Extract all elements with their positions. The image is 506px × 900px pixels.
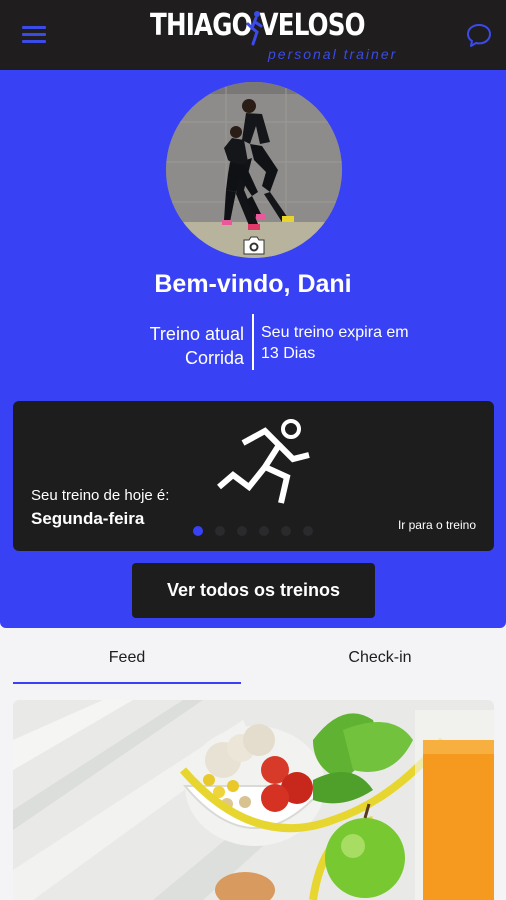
carousel-dot[interactable] [237,526,247,536]
today-day: Segunda-feira [31,509,145,528]
profile-hero: Bem-vindo, Dani Treino atual Corrida Seu… [0,70,506,628]
current-workout-label: Treino atual [149,324,244,344]
go-to-workout-link[interactable]: Ir para o treino [398,518,476,532]
hamburger-menu-icon[interactable] [22,25,48,45]
today-label: Seu treino de hoje é: [31,487,170,504]
brand-tagline: personal trainer [268,46,398,62]
avatar[interactable] [166,82,342,258]
brand-name: THIAGO VELOSO [150,8,366,43]
today-workout-card[interactable]: Seu treino de hoje é: Segunda-feira Ir p… [13,401,494,551]
info-divider [252,314,254,370]
current-workout-value: Corrida [184,348,244,368]
current-workout: Treino atual Corrida [150,322,244,370]
tab-check-in[interactable]: Check-in [266,636,494,684]
feed-post-image[interactable] [13,700,494,900]
carousel-dot[interactable] [259,526,269,536]
brand-logo: THIAGO VELOSO personal trainer [150,8,395,66]
welcome-heading: Bem-vindo, Dani [154,270,352,298]
carousel-dot[interactable] [303,526,313,536]
workout-expiry: Seu treino expira em 13 Dias [261,322,409,364]
carousel-dot[interactable] [215,526,225,536]
chat-bubble-icon[interactable] [466,22,492,48]
expiry-value: 13 Dias [261,345,316,362]
carousel-dot[interactable] [281,526,291,536]
all-workouts-button[interactable]: Ver todos os treinos [132,563,375,618]
tab-feed[interactable]: Feed [13,636,241,684]
expiry-label: Seu treino expira em [261,324,409,341]
carousel-dot[interactable] [193,526,203,536]
runner-icon [217,419,310,504]
logo-runner-icon [246,11,263,46]
top-app-bar: THIAGO VELOSO personal trainer [0,0,506,70]
camera-icon[interactable] [242,234,266,256]
